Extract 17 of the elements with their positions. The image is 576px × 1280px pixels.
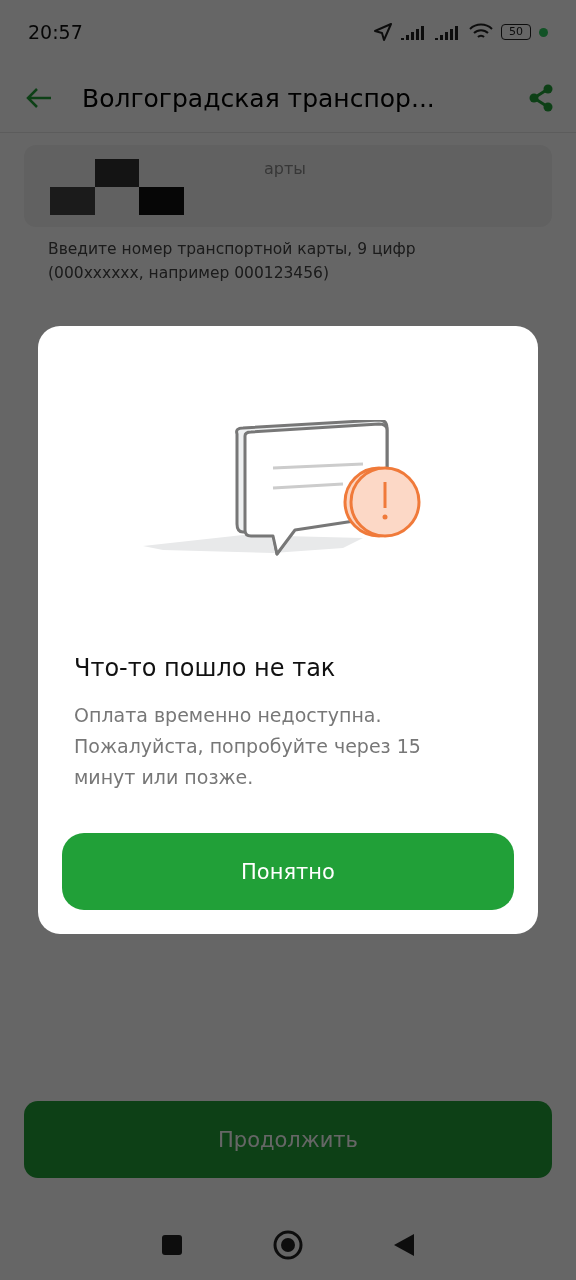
square-nav-icon[interactable] bbox=[161, 1234, 183, 1256]
home-nav-icon[interactable] bbox=[273, 1230, 303, 1260]
dialog-title: Что-то пошло не так bbox=[74, 654, 337, 682]
screen-title: Волгоградская транспор... bbox=[82, 83, 436, 113]
location-icon bbox=[373, 22, 393, 42]
back-nav-icon[interactable] bbox=[393, 1233, 415, 1257]
status-time: 20:57 bbox=[28, 21, 83, 43]
share-icon[interactable] bbox=[528, 84, 554, 112]
status-dot bbox=[539, 27, 548, 37]
back-arrow-icon[interactable] bbox=[26, 87, 52, 109]
battery-indicator: 50 bbox=[501, 24, 531, 40]
signal-icon bbox=[401, 24, 427, 40]
dialog-message: Оплата временно недоступна. Пожалуйста, попробуйте через 15 минут или позже. bbox=[74, 703, 422, 790]
helper-text: Введите номер транспортной карты, 9 цифр (000xxxxxx, например 000123456) bbox=[48, 239, 417, 284]
continue-button[interactable]: Продолжить bbox=[24, 1101, 552, 1178]
signal-icon bbox=[435, 24, 461, 40]
ok-button[interactable]: Понятно bbox=[62, 833, 514, 910]
